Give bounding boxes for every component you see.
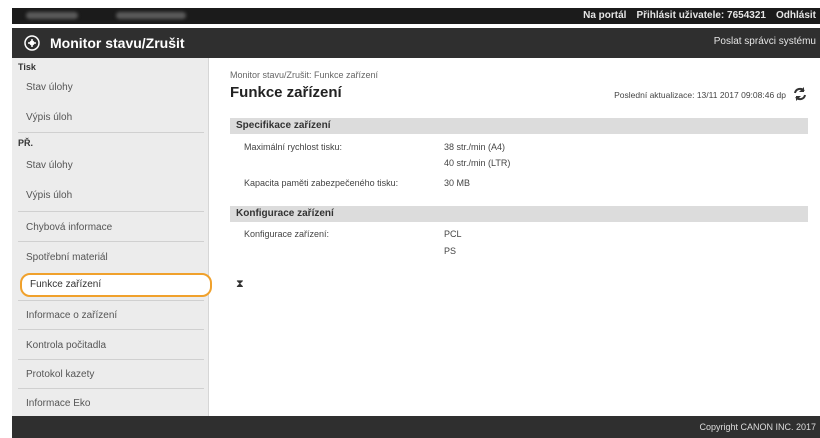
sidebar-head-fax: PŘ. (18, 138, 34, 148)
login-label: Přihlásit uživatele: (636, 10, 725, 21)
logout-link[interactable]: Odhlásit (776, 10, 816, 21)
sidebar-item-device-features[interactable]: Funkce zařízení (20, 273, 212, 297)
config-section-header: Konfigurace zařízení (230, 206, 808, 222)
divider (18, 132, 204, 133)
app-title: Monitor stavu/Zrušit (50, 35, 185, 51)
sidebar-head-print: Tisk (18, 62, 36, 72)
sidebar-item-device-info[interactable]: Informace o zařízení (18, 304, 204, 328)
sidebar-item-counter-check[interactable]: Kontrola počitadla (18, 334, 204, 358)
max-speed-label: Maximální rychlost tisku: (244, 142, 343, 152)
title-bar: Monitor stavu/Zrušit Poslat správci syst… (12, 28, 820, 58)
page: Na portál Přihlásit uživatele: 7654321 O… (0, 0, 820, 438)
memory-label: Kapacita paměti zabezpečeného tisku: (244, 178, 399, 188)
copyright: Copyright CANON INC. 2017 (699, 422, 816, 432)
config-label: Konfigurace zařízení: (244, 229, 330, 239)
page-title: Funkce zařízení (230, 84, 342, 101)
monitor-icon (24, 35, 40, 51)
refresh-icon[interactable] (792, 86, 808, 102)
sidebar-item-consumables[interactable]: Spotřební materiál (18, 246, 204, 270)
divider (18, 211, 204, 212)
footer: Copyright CANON INC. 2017 (12, 416, 820, 438)
divider (18, 329, 204, 330)
max-speed-a4: 38 str./min (A4) (444, 142, 506, 152)
divider (18, 300, 204, 301)
sidebar-item-fax-log[interactable]: Výpis úloh (18, 184, 204, 208)
breadcrumb: Monitor stavu/Zrušit: Funkce zařízení (230, 70, 379, 80)
last-update: Poslední aktualizace: 13/11 2017 09:08:4… (614, 90, 786, 100)
blurred-device-location (116, 12, 186, 19)
max-speed-ltr: 40 str./min (LTR) (444, 158, 511, 168)
memory-value: 30 MB (444, 178, 471, 188)
config-value-pcl: PCL (444, 229, 462, 239)
sidebar: Tisk Stav úlohy Výpis úloh PŘ. Stav úloh… (12, 58, 212, 416)
portal-link[interactable]: Na portál (583, 10, 626, 21)
divider (18, 241, 204, 242)
send-mail-link[interactable]: Poslat správci systému (714, 36, 816, 47)
sidebar-item-eco-info[interactable]: Informace Eko (18, 392, 204, 416)
user-id: 7654321 (727, 10, 766, 21)
divider (18, 388, 204, 389)
spec-section-header: Specifikace zařízení (230, 118, 808, 134)
blurred-device-name (26, 12, 78, 19)
config-value-ps: PS (444, 246, 457, 256)
back-to-top-icon[interactable]: ⧗ (236, 278, 244, 291)
top-bar: Na portál Přihlásit uživatele: 7654321 O… (12, 8, 820, 24)
divider (18, 359, 204, 360)
sidebar-item-print-status[interactable]: Stav úlohy (18, 76, 204, 100)
sidebar-item-print-log[interactable]: Výpis úloh (18, 106, 204, 130)
sidebar-item-cartridge-log[interactable]: Protokol kazety (18, 363, 204, 387)
sidebar-item-fax-status[interactable]: Stav úlohy (18, 154, 204, 178)
sidebar-item-error-info[interactable]: Chybová informace (18, 216, 204, 240)
